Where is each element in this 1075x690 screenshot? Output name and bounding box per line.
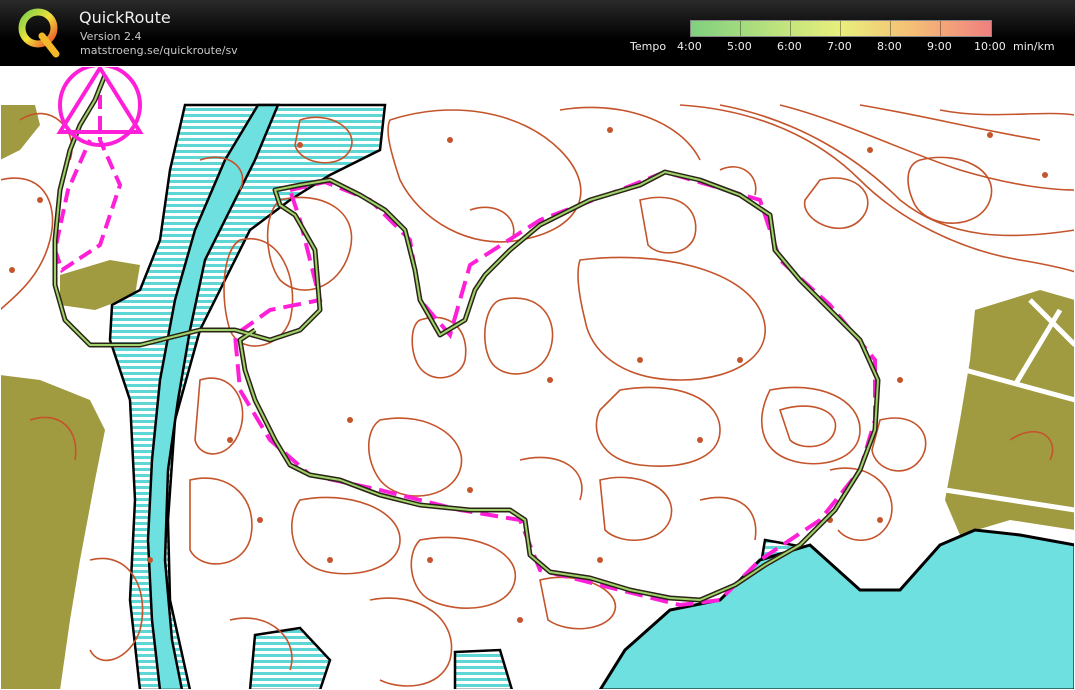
tempo-value: 9:00 [927,40,952,53]
tempo-value: 10:00 [974,40,1006,53]
quickroute-logo-icon [18,8,60,58]
tempo-value: 7:00 [827,40,852,53]
header-bar: QuickRoute Version 2.4 matstroeng.se/qui… [0,0,1075,66]
orienteering-map[interactable] [0,66,1075,690]
tempo-value: 8:00 [877,40,902,53]
app-version: Version 2.4 [80,30,142,43]
tempo-value: 4:00 [677,40,702,53]
app-title: QuickRoute [79,8,171,27]
tempo-label: Tempo [630,40,667,53]
app-url: matstroeng.se/quickroute/sv [80,44,238,57]
tempo-value: 6:00 [777,40,802,53]
tempo-color-scale [690,20,992,37]
tempo-unit: min/km [1013,40,1055,53]
tempo-value: 5:00 [727,40,752,53]
